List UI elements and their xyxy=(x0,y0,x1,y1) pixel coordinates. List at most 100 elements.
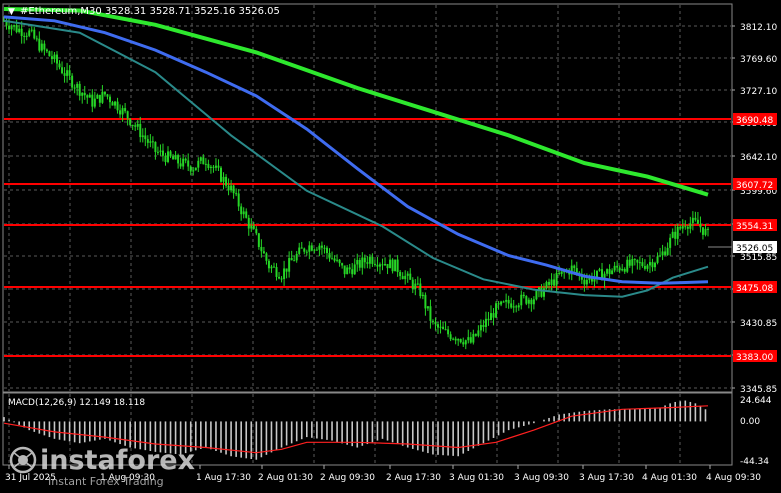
candle-body xyxy=(520,294,523,306)
current-price-label: 3526.05 xyxy=(736,244,773,254)
candle-body xyxy=(116,101,119,111)
candle-body xyxy=(15,25,18,33)
candle-body xyxy=(101,91,104,103)
candle-body xyxy=(409,273,412,280)
menu-arrow-icon[interactable]: ▼ xyxy=(8,7,15,17)
time-tick-label: 2 Aug 09:30 xyxy=(320,473,375,483)
time-tick-label: 3 Aug 01:30 xyxy=(449,473,504,483)
candle-body xyxy=(507,299,510,304)
candle-body xyxy=(83,92,86,96)
candle-body xyxy=(23,35,26,37)
watermark-tagline: Instant Forex Trading xyxy=(48,475,164,488)
candle-body xyxy=(651,262,654,268)
candle-body xyxy=(548,281,551,285)
candle-body xyxy=(278,276,281,279)
candle-body xyxy=(530,299,533,305)
candle-body xyxy=(583,279,586,285)
candle-body xyxy=(452,338,455,340)
candle-body xyxy=(199,157,202,161)
candle-body xyxy=(331,258,334,260)
candle-body xyxy=(389,259,392,269)
candle-body xyxy=(492,313,495,318)
candle-body xyxy=(159,150,162,152)
candle-body xyxy=(220,167,223,182)
candle-body xyxy=(686,226,689,229)
candle-body xyxy=(664,251,667,255)
candle-body xyxy=(676,226,679,239)
candle-body xyxy=(121,108,124,115)
candle-body xyxy=(55,54,58,64)
candle-body xyxy=(477,330,480,336)
candle-body xyxy=(545,281,548,289)
candle-body xyxy=(177,155,180,164)
candle-body xyxy=(457,339,460,341)
candle-body xyxy=(442,326,445,330)
candle-body xyxy=(638,262,641,264)
chart-canvas[interactable]: ▼ #Ethereum,M30 3528.31 3528.71 3525.16 … xyxy=(0,0,781,489)
candle-body xyxy=(285,268,288,272)
candle-body xyxy=(81,92,84,96)
candle-body xyxy=(401,276,404,280)
candle-body xyxy=(88,94,91,98)
candle-body xyxy=(280,278,283,280)
candle-body xyxy=(542,288,545,297)
level-tag-label: 3607.72 xyxy=(736,181,773,191)
candle-body xyxy=(550,279,553,285)
candle-body xyxy=(293,260,296,262)
candle-body xyxy=(154,141,157,153)
macd-tick-label: 24.644 xyxy=(740,396,772,406)
candle-body xyxy=(426,306,429,309)
price-tick-label: 3727.10 xyxy=(740,87,777,97)
candle-body xyxy=(50,56,53,60)
candle-body xyxy=(361,257,364,268)
candle-body xyxy=(141,135,144,138)
candle-body xyxy=(13,25,16,27)
candle-body xyxy=(669,237,672,248)
candle-body xyxy=(611,270,614,275)
candle-body xyxy=(429,306,432,321)
candle-body xyxy=(656,256,659,263)
candle-body xyxy=(290,258,293,261)
candle-body xyxy=(179,163,182,167)
candle-body xyxy=(505,299,508,302)
candle-body xyxy=(318,245,321,250)
candle-body xyxy=(482,325,485,328)
candle-body xyxy=(643,266,646,269)
candle-body xyxy=(103,91,106,95)
trading-chart-window[interactable]: ▼ #Ethereum,M30 3528.31 3528.71 3525.16 … xyxy=(0,0,781,489)
candle-body xyxy=(691,217,694,224)
candle-body xyxy=(267,260,270,269)
candle-body xyxy=(225,176,228,186)
candle-body xyxy=(68,70,71,76)
candle-body xyxy=(227,185,230,191)
candle-body xyxy=(184,158,187,161)
candle-body xyxy=(575,268,578,273)
candle-body xyxy=(96,94,99,99)
candle-body xyxy=(459,339,462,343)
candle-body xyxy=(272,266,275,268)
candle-body xyxy=(260,246,263,252)
macd-label: MACD(12,26,9) 12.149 18.118 xyxy=(8,398,145,408)
candle-body xyxy=(502,301,505,303)
time-tick-label: 2 Aug 01:30 xyxy=(258,473,313,483)
candle-body xyxy=(484,318,487,328)
candle-body xyxy=(540,287,543,297)
candle-body xyxy=(378,264,381,267)
candle-body xyxy=(189,166,192,172)
candle-body xyxy=(10,26,13,30)
candle-body xyxy=(283,268,286,279)
candle-body xyxy=(73,87,76,89)
candle-body xyxy=(696,219,699,224)
candle-body xyxy=(114,101,117,106)
candle-body xyxy=(250,225,253,229)
candle-body xyxy=(30,29,33,31)
candle-body xyxy=(598,269,601,271)
candle-body xyxy=(38,38,41,51)
candle-body xyxy=(237,193,240,207)
candle-body xyxy=(616,265,619,268)
candle-body xyxy=(40,43,43,51)
candle-body xyxy=(532,299,535,305)
candle-body xyxy=(194,167,197,171)
candle-body xyxy=(86,95,89,98)
candle-body xyxy=(98,94,101,103)
